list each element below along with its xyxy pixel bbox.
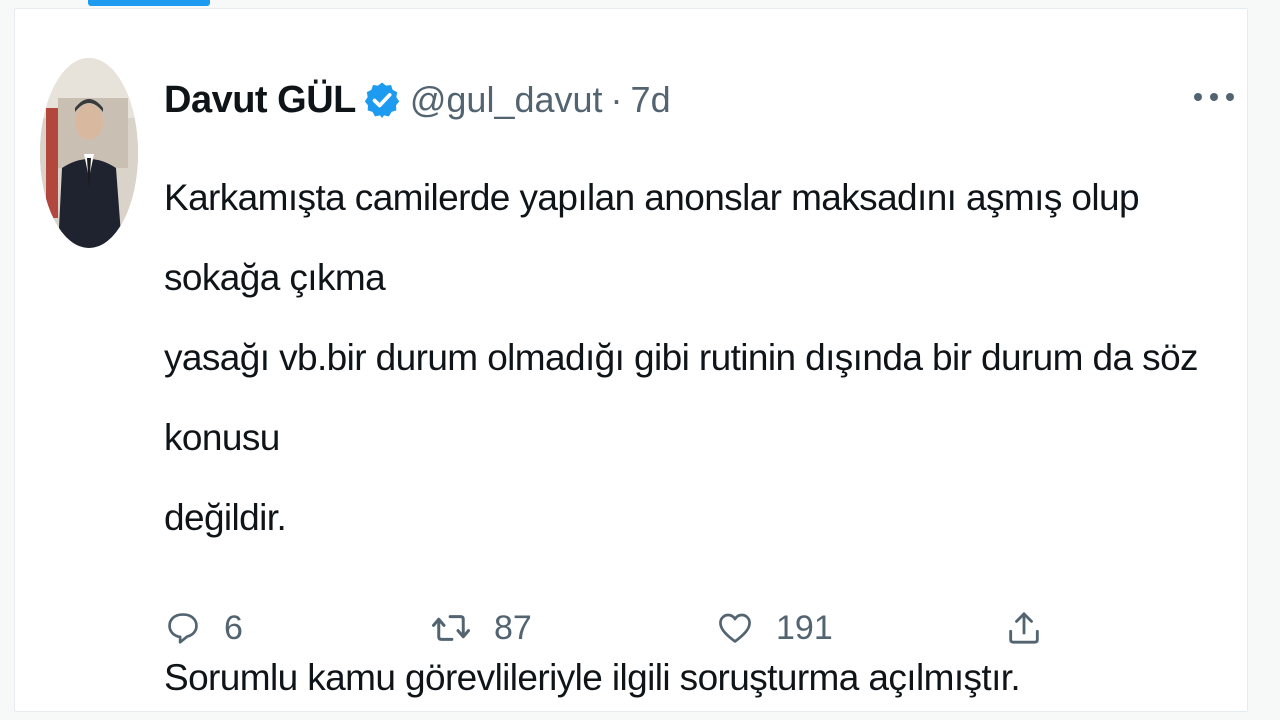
heart-icon — [716, 609, 754, 647]
more-horizontal-icon[interactable] — [1194, 82, 1234, 112]
tweet-actions: 6 87 191 — [164, 596, 1064, 660]
retweet-count: 87 — [494, 608, 532, 647]
tweet-text-line: Karkamışta camilerde yapılan anonslar ma… — [164, 177, 1140, 298]
tweet-text-line: yasağı vb.bir durum olmadığı gibi rutini… — [164, 337, 1199, 458]
tweet-timestamp[interactable]: 7d — [631, 79, 671, 121]
header-separator: · — [610, 79, 623, 120]
share-icon — [1004, 608, 1044, 648]
retweet-icon — [430, 607, 472, 649]
avatar-photo — [40, 58, 138, 248]
tweet-text-line: değildir. — [164, 497, 287, 538]
page-background: Davut GÜL @gul_davut · 7d Karkamışta cam… — [0, 0, 1280, 720]
reply-icon — [164, 609, 202, 647]
more-dot — [1194, 93, 1202, 101]
share-button[interactable] — [1004, 596, 1044, 660]
retweet-button[interactable]: 87 — [430, 596, 532, 660]
reply-button[interactable]: 6 — [164, 596, 243, 660]
top-tab-indicator — [88, 0, 210, 6]
more-dot — [1226, 93, 1234, 101]
avatar[interactable] — [40, 58, 138, 248]
author-name[interactable]: Davut GÜL — [164, 79, 356, 122]
verified-badge-icon — [362, 80, 402, 120]
more-dot — [1210, 93, 1218, 101]
like-count: 191 — [776, 608, 833, 647]
author-handle[interactable]: @gul_davut — [410, 79, 603, 121]
reply-count: 6 — [224, 608, 243, 647]
tweet-header: Davut GÜL @gul_davut · 7d — [164, 72, 671, 128]
like-button[interactable]: 191 — [716, 596, 833, 660]
